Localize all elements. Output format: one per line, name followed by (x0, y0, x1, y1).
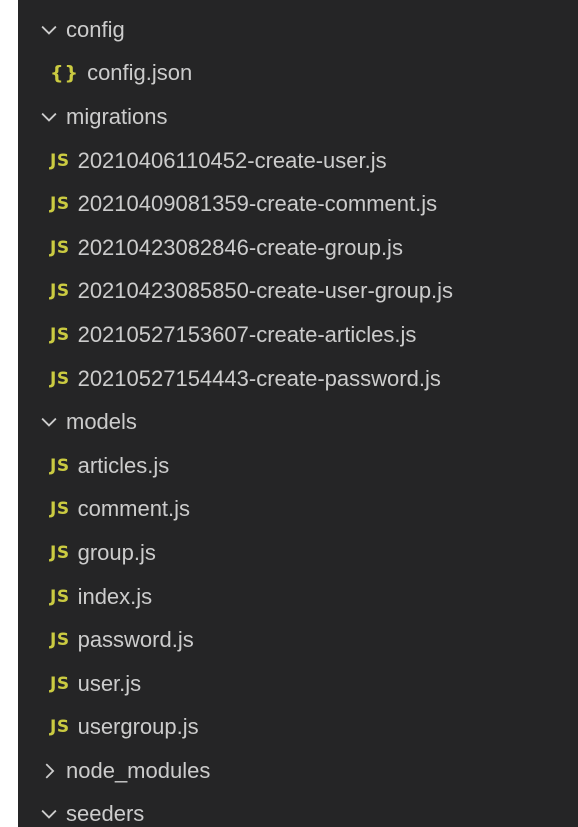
file-label: password.js (77, 627, 194, 653)
file-row[interactable]: JS comment.js (18, 488, 578, 532)
javascript-file-icon: JS (50, 194, 70, 215)
javascript-file-icon: JS (50, 673, 70, 694)
file-label: config.json (87, 60, 193, 86)
chevron-down-icon[interactable] (38, 803, 60, 825)
file-label: 20210527153607-create-articles.js (77, 321, 417, 347)
file-label: 20210409081359-create-comment.js (77, 191, 438, 217)
file-label: comment.js (77, 496, 191, 522)
javascript-file-icon: JS (50, 368, 70, 389)
folder-label: seeders (66, 801, 145, 827)
javascript-file-icon: JS (50, 455, 70, 476)
file-row[interactable]: JS articles.js (18, 444, 578, 488)
file-row[interactable]: JS 20210423082846-create-group.js (18, 226, 578, 270)
javascript-file-icon: JS (50, 499, 70, 520)
javascript-file-icon: JS (50, 586, 70, 607)
javascript-file-icon: JS (50, 150, 70, 171)
file-row[interactable]: {} config.json (18, 52, 578, 96)
folder-label: node_modules (66, 757, 211, 783)
folder-row[interactable]: migrations (18, 95, 578, 139)
folder-row[interactable]: config (18, 8, 578, 52)
file-label: articles.js (77, 452, 170, 478)
javascript-file-icon: JS (50, 630, 70, 651)
javascript-file-icon: JS (50, 717, 70, 738)
json-file-icon: {} (50, 62, 80, 85)
file-label: group.js (77, 539, 156, 565)
file-row[interactable]: JS 20210409081359-create-comment.js (18, 182, 578, 226)
file-label: usergroup.js (77, 714, 199, 740)
file-row[interactable]: JS user.js (18, 662, 578, 706)
chevron-down-icon[interactable] (38, 106, 60, 128)
file-explorer: config {} config.json migrations JS 202104061… (18, 0, 578, 827)
file-label: 20210423082846-create-group.js (77, 234, 403, 260)
folder-label: models (66, 409, 137, 435)
chevron-down-icon[interactable] (38, 411, 60, 433)
javascript-file-icon: JS (50, 237, 70, 258)
folder-label: config (66, 16, 125, 42)
file-row[interactable]: JS index.js (18, 575, 578, 619)
folder-row[interactable]: models (18, 400, 578, 444)
javascript-file-icon: JS (50, 542, 70, 563)
file-row[interactable]: JS 20210406110452-create-user.js (18, 139, 578, 183)
folder-row[interactable]: seeders (18, 793, 578, 827)
file-label: 20210423085850-create-user-group.js (77, 278, 454, 304)
file-label: index.js (77, 583, 153, 609)
chevron-right-icon[interactable] (38, 760, 60, 782)
file-row[interactable]: JS usergroup.js (18, 706, 578, 750)
javascript-file-icon: JS (50, 324, 70, 345)
file-label: user.js (77, 670, 142, 696)
javascript-file-icon: JS (50, 281, 70, 302)
file-row[interactable]: JS 20210527154443-create-password.js (18, 357, 578, 401)
file-row[interactable]: JS group.js (18, 531, 578, 575)
folder-row[interactable]: node_modules (18, 749, 578, 793)
folder-label: migrations (66, 103, 168, 129)
file-tree: config {} config.json migrations JS 202104061… (18, 8, 578, 827)
file-label: 20210406110452-create-user.js (77, 147, 387, 173)
file-row[interactable]: JS password.js (18, 618, 578, 662)
file-row[interactable]: JS 20210527153607-create-articles.js (18, 313, 578, 357)
file-row[interactable]: JS 20210423085850-create-user-group.js (18, 270, 578, 314)
file-label: 20210527154443-create-password.js (77, 365, 441, 391)
chevron-down-icon[interactable] (38, 19, 60, 41)
